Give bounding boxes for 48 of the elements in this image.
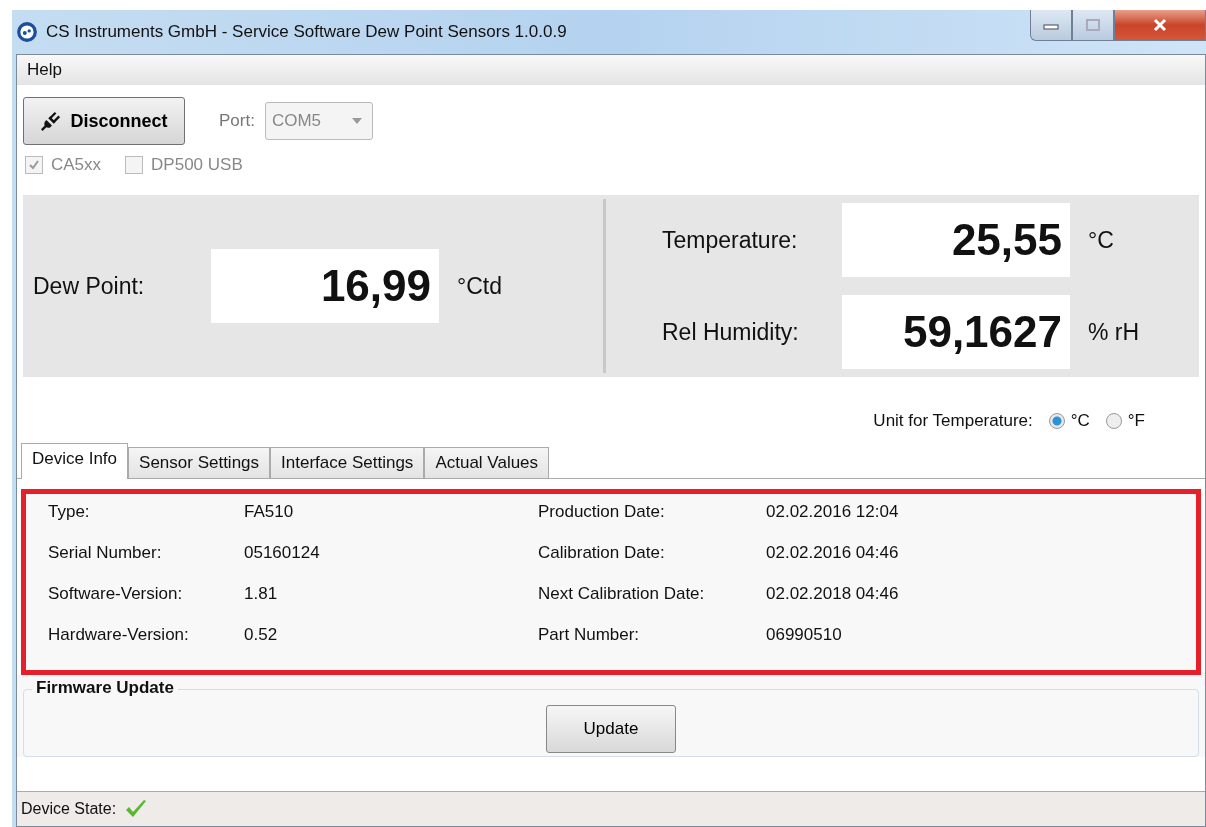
port-label: Port: bbox=[219, 111, 255, 131]
app-logo-icon bbox=[16, 21, 38, 43]
info-label: Production Date: bbox=[538, 502, 666, 522]
info-value: 02.02.2018 04:46 bbox=[766, 584, 899, 604]
close-button[interactable] bbox=[1114, 10, 1206, 41]
reading-unit: °C bbox=[1088, 226, 1114, 254]
info-label: Next Calibration Date: bbox=[538, 584, 706, 604]
reading-value: 16,99 bbox=[211, 249, 439, 323]
tab[interactable]: Device Info bbox=[21, 443, 129, 479]
info-value: 0.52 bbox=[244, 625, 278, 645]
info-value: 02.02.2016 12:04 bbox=[766, 502, 899, 522]
unit-radio-button[interactable]: °C bbox=[1048, 411, 1090, 431]
disconnect-button[interactable]: Disconnect bbox=[23, 97, 185, 145]
reading-value: 25,55 bbox=[842, 203, 1070, 277]
reading-label: Rel Humidity: bbox=[662, 318, 800, 346]
dropdown-arrow-icon bbox=[351, 118, 362, 124]
unit-radio-button[interactable]: °F bbox=[1105, 411, 1145, 431]
window-title: CS Instruments GmbH - Service Software Dew Point Sensors 1.0.0.9 bbox=[46, 22, 567, 42]
reading-label: Dew Point: bbox=[33, 272, 146, 300]
maximize-icon bbox=[1083, 18, 1103, 32]
menu-item[interactable]: Help bbox=[27, 60, 62, 80]
update-button[interactable]: Update bbox=[546, 705, 676, 753]
group-title: Firmware Update bbox=[32, 678, 178, 698]
reading-value: 59,1627 bbox=[842, 295, 1070, 369]
info-label: Hardware-Version: bbox=[48, 625, 190, 645]
info-label: Serial Number: bbox=[48, 543, 163, 563]
tab[interactable]: Sensor Settings bbox=[128, 447, 271, 478]
info-label: Part Number: bbox=[538, 625, 641, 645]
info-value: 1.81 bbox=[244, 584, 278, 604]
info-value: 06990510 bbox=[766, 625, 842, 645]
unit-label: Unit for Temperature: bbox=[873, 411, 1033, 431]
info-value: FA510 bbox=[244, 502, 294, 522]
tab[interactable]: Interface Settings bbox=[270, 447, 425, 478]
info-label: Software-Version: bbox=[48, 584, 184, 604]
reading-label: Temperature: bbox=[662, 226, 799, 254]
reading-unit: °Ctd bbox=[457, 272, 502, 300]
info-value: 05160124 bbox=[244, 543, 320, 563]
info-value: 02.02.2016 04:46 bbox=[766, 543, 899, 563]
plug-icon bbox=[40, 110, 63, 132]
close-icon bbox=[1152, 18, 1168, 32]
tab[interactable]: Actual Values bbox=[424, 447, 550, 478]
status-label: Device State: bbox=[21, 800, 117, 818]
reading-unit: % rH bbox=[1088, 318, 1140, 346]
check-icon bbox=[28, 159, 40, 171]
minimize-button[interactable] bbox=[1030, 10, 1072, 41]
info-label: Calibration Date: bbox=[538, 543, 666, 563]
info-label: Type: bbox=[48, 502, 91, 522]
maximize-button[interactable] bbox=[1072, 10, 1114, 41]
